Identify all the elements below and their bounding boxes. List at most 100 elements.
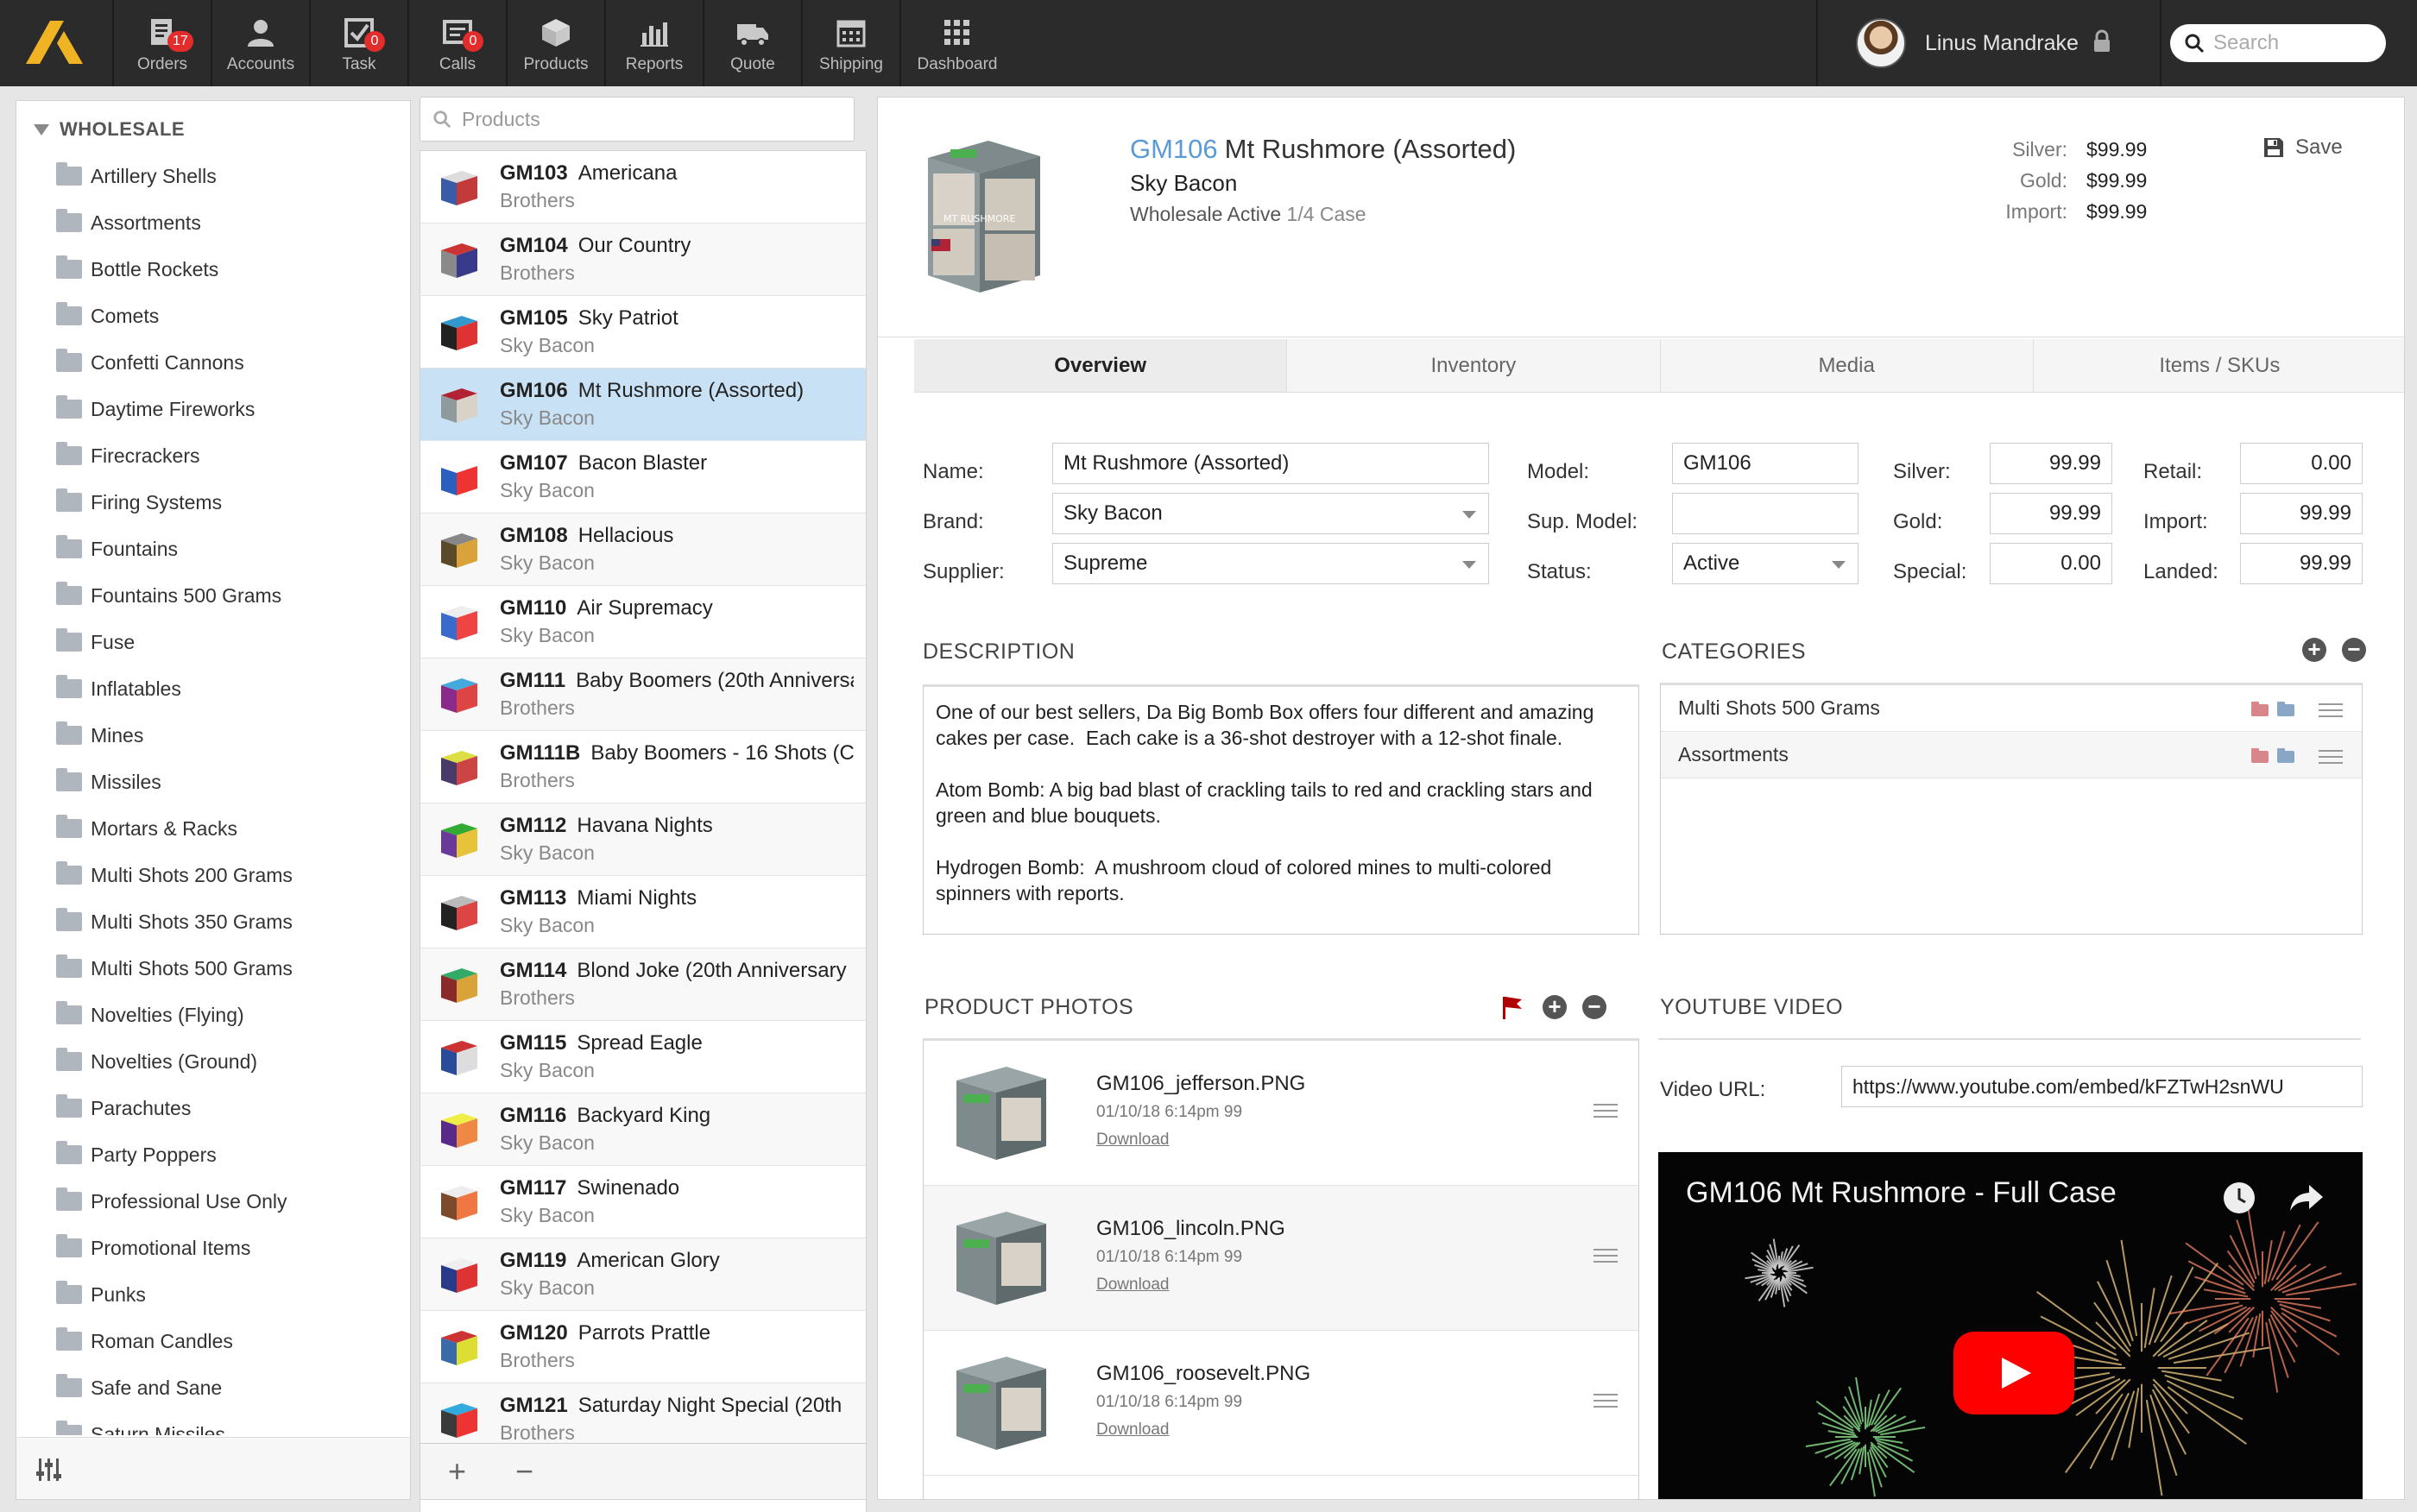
remove-product-button[interactable]: − bbox=[515, 1456, 533, 1487]
sidebar-category-item[interactable]: Mortars & Racks bbox=[56, 805, 401, 852]
product-list-item[interactable]: GM108 Hellacious Sky Bacon bbox=[420, 513, 866, 586]
product-list-item[interactable]: GM119 American Glory Sky Bacon bbox=[420, 1238, 866, 1311]
sup-model-field[interactable] bbox=[1672, 493, 1859, 534]
sidebar-category-item[interactable]: Professional Use Only bbox=[56, 1178, 401, 1225]
status-select[interactable]: Active bbox=[1672, 543, 1859, 584]
global-search[interactable] bbox=[2170, 24, 2386, 62]
sidebar-category-item[interactable]: Comets bbox=[56, 293, 401, 339]
nav-shipping[interactable]: Shipping bbox=[803, 0, 901, 86]
tab-items-skus[interactable]: Items / SKUs bbox=[2032, 339, 2404, 392]
drag-handle-icon[interactable] bbox=[1593, 1099, 1618, 1122]
product-list-item[interactable]: GM114 Blond Joke (20th Anniversary Brother… bbox=[420, 948, 866, 1021]
download-link[interactable]: Download bbox=[1096, 1276, 1170, 1295]
sidebar-category-item[interactable]: Fuse bbox=[56, 619, 401, 665]
nav-orders[interactable]: 17 Orders bbox=[114, 0, 212, 86]
sidebar-category-item[interactable]: Artillery Shells bbox=[56, 153, 401, 199]
sidebar-category-item[interactable]: Punks bbox=[56, 1271, 401, 1318]
category-group-header[interactable]: WHOLESALE bbox=[34, 118, 185, 141]
nav-accounts[interactable]: Accounts bbox=[212, 0, 311, 86]
description-textarea[interactable]: One of our best sellers, Da Big Bomb Box… bbox=[923, 684, 1639, 935]
tab-inventory[interactable]: Inventory bbox=[1286, 339, 1660, 392]
product-list-item[interactable]: GM107 Bacon Blaster Sky Bacon bbox=[420, 441, 866, 513]
drag-handle-icon[interactable] bbox=[1593, 1389, 1618, 1412]
product-list-item[interactable]: GM104 Our Country Brothers bbox=[420, 224, 866, 296]
sidebar-category-item[interactable]: Roman Candles bbox=[56, 1318, 401, 1364]
sidebar-category-item[interactable]: Parachutes bbox=[56, 1085, 401, 1131]
nav-reports[interactable]: Reports bbox=[606, 0, 704, 86]
sidebar-category-item[interactable]: Safe and Sane bbox=[56, 1364, 401, 1411]
nav-task[interactable]: 0 Task bbox=[311, 0, 409, 86]
product-list-item[interactable]: GM117 Swinenado Sky Bacon bbox=[420, 1166, 866, 1238]
share-icon[interactable] bbox=[2287, 1178, 2326, 1222]
sidebar-category-item[interactable]: Multi Shots 350 Grams bbox=[56, 898, 401, 945]
search-input[interactable] bbox=[2213, 31, 2369, 55]
folder-icon[interactable] bbox=[2251, 748, 2269, 763]
remove-photo-button[interactable]: − bbox=[1582, 995, 1606, 1019]
download-link[interactable]: Download bbox=[1096, 1421, 1170, 1440]
product-list-item[interactable]: GM111 Baby Boomers (20th Anniversary)Brot… bbox=[420, 658, 866, 731]
drag-handle-icon[interactable] bbox=[2319, 746, 2343, 768]
import-price-field[interactable]: 99.99 bbox=[2240, 493, 2363, 534]
sidebar-category-item[interactable]: Firecrackers bbox=[56, 432, 401, 479]
add-photo-button[interactable]: + bbox=[1543, 995, 1567, 1019]
product-list-item[interactable]: GM116 Backyard King Sky Bacon bbox=[420, 1093, 866, 1166]
tab-media[interactable]: Media bbox=[1659, 339, 2033, 392]
product-list-item[interactable]: GM106 Mt Rushmore (Assorted) Sky Bacon bbox=[420, 369, 866, 441]
video-url-field[interactable]: https://www.youtube.com/embed/kFZTwH2snW… bbox=[1841, 1066, 2363, 1107]
drag-handle-icon[interactable] bbox=[1593, 1244, 1618, 1267]
app-logo[interactable] bbox=[0, 0, 114, 86]
sidebar-category-item[interactable]: Inflatables bbox=[56, 665, 401, 712]
sidebar-category-item[interactable]: Confetti Cannons bbox=[56, 339, 401, 386]
download-link[interactable]: Download bbox=[1096, 1131, 1170, 1150]
sidebar-category-item[interactable]: Multi Shots 200 Grams bbox=[56, 852, 401, 898]
sidebar-category-item[interactable]: Fountains 500 Grams bbox=[56, 572, 401, 619]
nav-calls[interactable]: 0 Calls bbox=[409, 0, 508, 86]
folder-icon[interactable] bbox=[2277, 702, 2294, 716]
product-list-item[interactable]: GM120 Parrots Prattle Brothers bbox=[420, 1311, 866, 1383]
sidebar-category-item[interactable]: Daytime Fireworks bbox=[56, 386, 401, 432]
user-menu[interactable]: Linus Mandrake bbox=[1816, 0, 2161, 86]
product-list-item[interactable]: GM103 Americana Brothers bbox=[420, 151, 866, 224]
product-list-item[interactable]: GM113 Miami Nights Sky Bacon bbox=[420, 876, 866, 948]
play-button[interactable] bbox=[1953, 1332, 2074, 1414]
add-category-button[interactable]: + bbox=[2302, 638, 2326, 662]
nav-quote[interactable]: Quote bbox=[704, 0, 803, 86]
product-list-item[interactable]: GM110 Air Supremacy Sky Bacon bbox=[420, 586, 866, 658]
sidebar-category-item[interactable]: Promotional Items bbox=[56, 1225, 401, 1271]
lock-icon[interactable] bbox=[2092, 29, 2111, 58]
product-list-item[interactable]: GM111B Baby Boomers - 16 Shots (C Brothers bbox=[420, 731, 866, 803]
landed-price-field[interactable]: 99.99 bbox=[2240, 543, 2363, 584]
sidebar-category-item[interactable]: Saturn Missiles bbox=[56, 1411, 401, 1435]
category-row[interactable]: Multi Shots 500 Grams bbox=[1661, 685, 2362, 732]
sidebar-category-item[interactable]: Missiles bbox=[56, 759, 401, 805]
sidebar-category-item[interactable]: Multi Shots 500 Grams bbox=[56, 945, 401, 992]
sidebar-category-item[interactable]: Party Poppers bbox=[56, 1131, 401, 1178]
video-player[interactable]: GM106 Mt Rushmore - Full Case bbox=[1658, 1152, 2363, 1499]
sidebar-category-item[interactable]: Bottle Rockets bbox=[56, 246, 401, 293]
product-list-item[interactable]: GM115 Spread Eagle Sky Bacon bbox=[420, 1021, 866, 1093]
product-list-item[interactable]: GM112 Havana Nights Sky Bacon bbox=[420, 803, 866, 876]
product-list-item[interactable]: GM105 Sky Patriot Sky Bacon bbox=[420, 296, 866, 369]
brand-select[interactable]: Sky Bacon bbox=[1052, 493, 1489, 534]
retail-price-field[interactable]: 0.00 bbox=[2240, 443, 2363, 484]
remove-category-button[interactable]: − bbox=[2342, 638, 2366, 662]
sidebar-category-item[interactable]: Assortments bbox=[56, 199, 401, 246]
sidebar-category-item[interactable]: Novelties (Ground) bbox=[56, 1038, 401, 1085]
sidebar-category-item[interactable]: Novelties (Flying) bbox=[56, 992, 401, 1038]
flag-icon[interactable] bbox=[1501, 995, 1524, 1024]
name-field[interactable]: Mt Rushmore (Assorted) bbox=[1052, 443, 1489, 484]
model-field[interactable]: GM106 bbox=[1672, 443, 1859, 484]
folder-icon[interactable] bbox=[2251, 702, 2269, 716]
nav-dashboard[interactable]: Dashboard bbox=[901, 0, 1013, 86]
silver-price-field[interactable]: 99.99 bbox=[1990, 443, 2112, 484]
folder-icon[interactable] bbox=[2277, 748, 2294, 763]
special-price-field[interactable]: 0.00 bbox=[1990, 543, 2112, 584]
category-row[interactable]: Assortments bbox=[1661, 732, 2362, 778]
sidebar-category-item[interactable]: Mines bbox=[56, 712, 401, 759]
product-search-input[interactable] bbox=[462, 107, 824, 131]
gold-price-field[interactable]: 99.99 bbox=[1990, 493, 2112, 534]
product-search[interactable] bbox=[420, 97, 855, 142]
sidebar-category-item[interactable]: Firing Systems bbox=[56, 479, 401, 526]
save-button[interactable]: Save bbox=[2262, 135, 2343, 160]
supplier-select[interactable]: Supreme bbox=[1052, 543, 1489, 584]
